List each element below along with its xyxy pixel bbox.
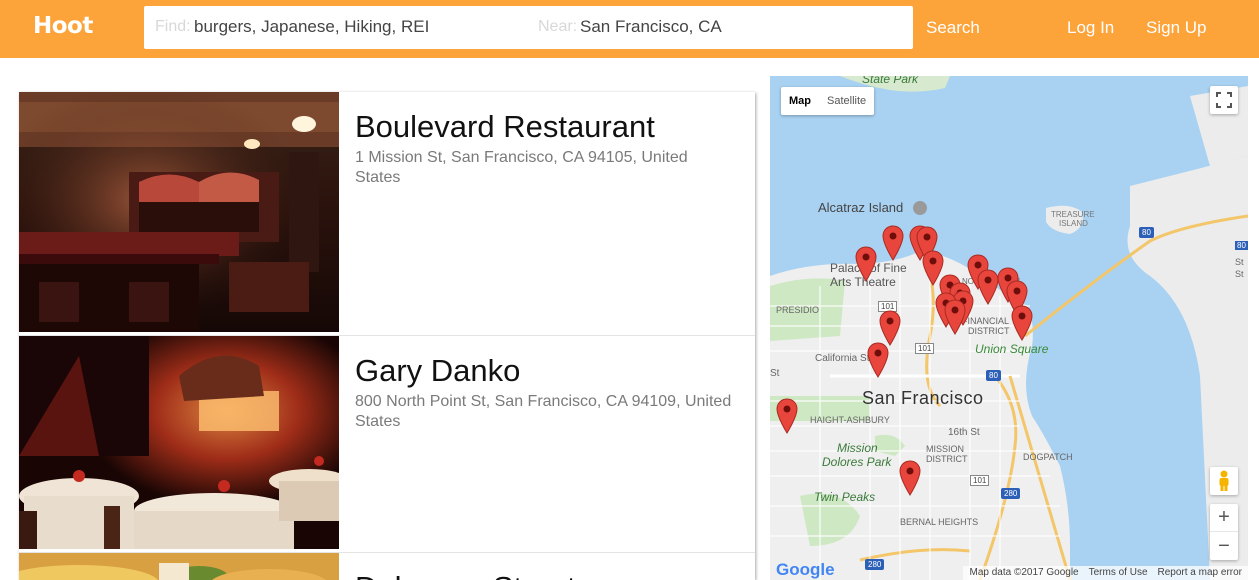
- restaurant-photo[interactable]: [19, 336, 339, 549]
- map-label: St: [1235, 257, 1244, 267]
- highway-shield: 80: [986, 370, 1001, 381]
- map-label: 80: [1235, 241, 1248, 250]
- map-marker-icon[interactable]: [879, 310, 901, 346]
- logo[interactable]: Hoot: [33, 13, 93, 39]
- map-label: PRESIDIO: [776, 305, 820, 315]
- map-type-map-button[interactable]: Map: [781, 87, 819, 115]
- map-label: BERNAL HEIGHTS: [900, 517, 979, 527]
- search-box: Find: Near:: [144, 6, 913, 49]
- restaurant-photo[interactable]: [19, 553, 339, 580]
- map-marker-icon[interactable]: [776, 398, 798, 434]
- login-button[interactable]: Log In: [1067, 18, 1114, 38]
- zoom-control: + −: [1210, 504, 1238, 560]
- list-item[interactable]: Gary Danko 800 North Point St, San Franc…: [19, 336, 755, 553]
- highway-shield: 280: [865, 559, 885, 570]
- google-logo[interactable]: Google: [776, 560, 835, 580]
- map-label: St: [770, 368, 780, 379]
- restaurant-address: 1 Mission St, San Francisco, CA 94105, U…: [355, 149, 688, 186]
- map-label: DOGPATCH: [1023, 452, 1073, 462]
- map[interactable]: State Park Alcatraz Island TREASURE ISLA…: [770, 76, 1248, 580]
- map-marker-icon[interactable]: [944, 299, 966, 335]
- result-info: Gary Danko 800 North Point St, San Franc…: [355, 352, 735, 432]
- highway-shield: 80: [1139, 227, 1154, 238]
- find-label: Find:: [155, 18, 191, 35]
- map-label: Alcatraz Island: [818, 200, 904, 215]
- map-label: HAIGHT-ASHBURY: [810, 415, 890, 425]
- signup-button[interactable]: Sign Up: [1146, 18, 1206, 38]
- restaurant-name[interactable]: Boulevard Restaurant: [355, 108, 735, 146]
- top-bar: Hoot Find: Near: Search Log In Sign Up: [0, 0, 1259, 58]
- find-input[interactable]: [194, 15, 524, 39]
- terms-link[interactable]: Terms of Use: [1089, 567, 1148, 579]
- map-label: DISTRICT: [926, 454, 968, 464]
- pegman-icon: [1219, 470, 1229, 491]
- map-label: MISSION: [926, 444, 965, 454]
- map-label: 16th St: [948, 427, 980, 438]
- fullscreen-icon: [1216, 92, 1232, 108]
- result-info: Boulevard Restaurant 1 Mission St, San F…: [355, 108, 735, 188]
- map-label: ISLAND: [1059, 219, 1088, 228]
- map-marker-icon[interactable]: [977, 269, 999, 305]
- map-marker-icon[interactable]: [855, 246, 877, 282]
- fullscreen-button[interactable]: [1210, 86, 1238, 114]
- report-error-link[interactable]: Report a map error: [1158, 567, 1242, 579]
- map-marker-icon[interactable]: [867, 342, 889, 378]
- zoom-in-button[interactable]: +: [1210, 504, 1238, 532]
- restaurant-name[interactable]: Gary Danko: [355, 352, 735, 390]
- map-label: Mission: [837, 441, 878, 455]
- map-label: San Francisco: [862, 388, 984, 408]
- zoom-out-button[interactable]: −: [1210, 532, 1238, 560]
- map-marker-icon[interactable]: [882, 225, 904, 261]
- results-list: Boulevard Restaurant 1 Mission St, San F…: [19, 92, 755, 580]
- highway-shield: 101: [970, 475, 990, 486]
- restaurant-address: 800 North Point St, San Francisco, CA 94…: [355, 393, 732, 430]
- map-marker-icon[interactable]: [899, 460, 921, 496]
- highway-shield: 280: [1001, 488, 1021, 499]
- map-label: California St: [815, 353, 870, 364]
- result-info: Delancey Street: [355, 569, 735, 580]
- map-data-text: Map data ©2017 Google: [969, 567, 1079, 578]
- map-footer: Map data ©2017 Google Terms of Use Repor…: [963, 566, 1248, 580]
- list-item[interactable]: Boulevard Restaurant 1 Mission St, San F…: [19, 92, 755, 336]
- restaurant-photo[interactable]: [19, 92, 339, 332]
- map-label: Union Square: [975, 342, 1049, 356]
- map-label: DISTRICT: [968, 326, 1010, 336]
- highway-shield: 101: [915, 343, 935, 354]
- near-label: Near:: [538, 18, 578, 35]
- map-label: State Park: [862, 76, 919, 86]
- map-type-control: Map Satellite: [781, 87, 875, 115]
- restaurant-name[interactable]: Delancey Street: [355, 569, 735, 580]
- map-label: Dolores Park: [822, 455, 892, 469]
- list-item[interactable]: Delancey Street: [19, 553, 755, 580]
- poi-icon: [913, 201, 927, 215]
- street-view-button[interactable]: [1210, 467, 1238, 495]
- near-input[interactable]: [580, 15, 900, 39]
- map-type-satellite-button[interactable]: Satellite: [819, 87, 874, 115]
- map-marker-icon[interactable]: [1011, 305, 1033, 341]
- map-label: St: [1235, 269, 1244, 279]
- map-label: Twin Peaks: [814, 490, 876, 504]
- map-label: TREASURE: [1051, 210, 1095, 219]
- search-button[interactable]: Search: [926, 18, 980, 38]
